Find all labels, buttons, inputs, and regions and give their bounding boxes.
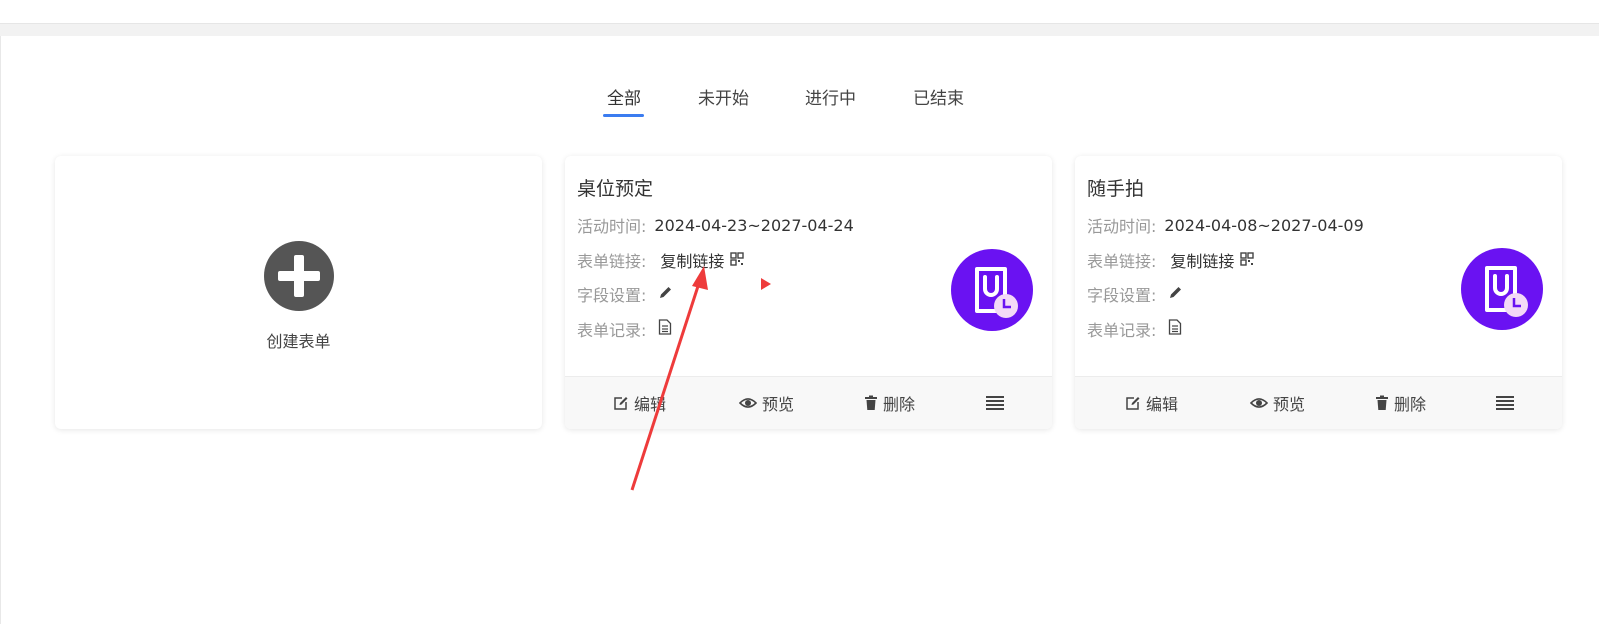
annotation-arrow xyxy=(630,266,771,491)
annotation-marker xyxy=(761,278,771,290)
